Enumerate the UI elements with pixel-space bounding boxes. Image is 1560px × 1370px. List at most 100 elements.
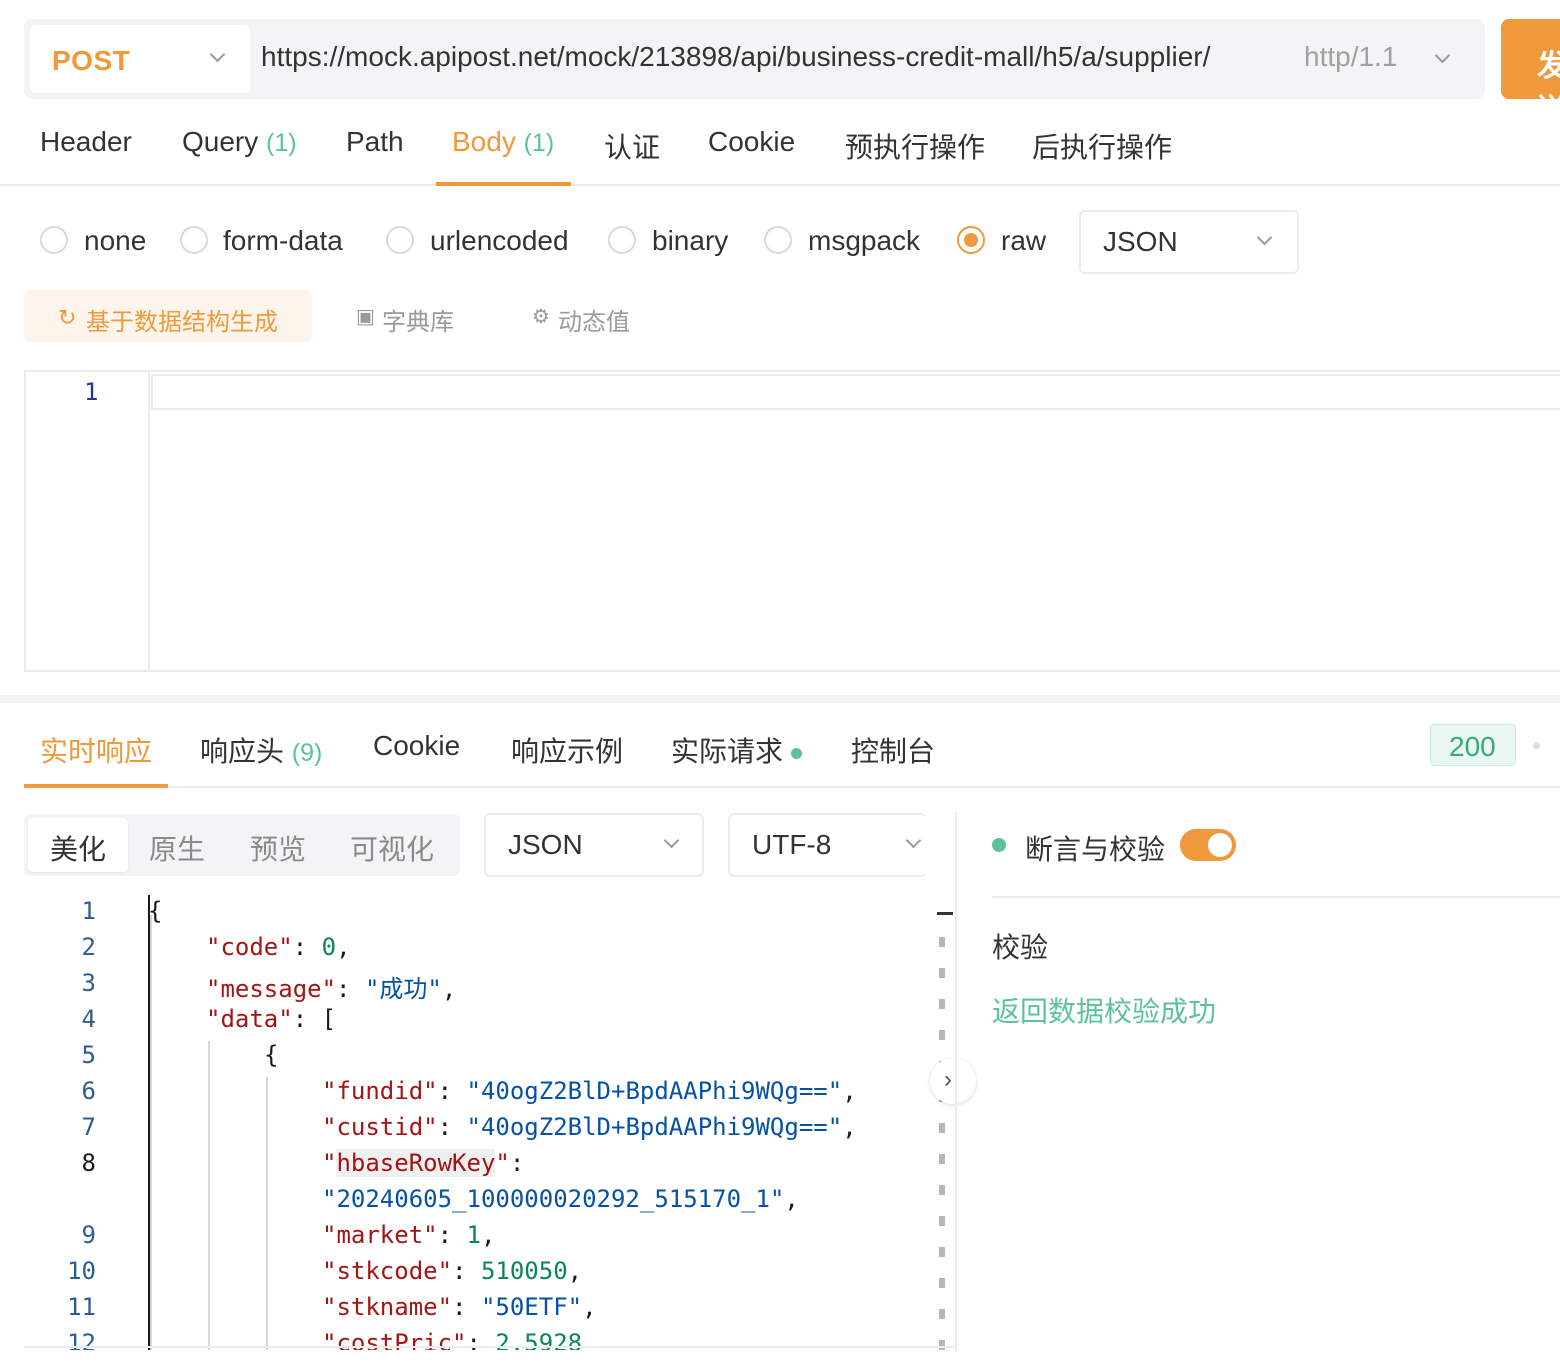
status-badge: 200 [1430, 724, 1516, 766]
code-line: "custid": "40ogZ2BlD+BpdAAPhi9WQg==", [322, 1113, 857, 1141]
radio-msgpack[interactable] [764, 226, 792, 254]
tab-query[interactable]: Query (1) [182, 126, 297, 158]
generate-from-schema-button[interactable]: ↻ 基于数据结构生成 [24, 290, 312, 342]
scrollbar-marker [939, 1123, 945, 1133]
radio-label-form-data: form-data [223, 225, 343, 256]
dictionary-icon: ▣ [356, 306, 375, 328]
status-dot [791, 748, 803, 760]
response-code-viewer[interactable]: 1 {2 "code": 0, 3 "message": "成功", 4 "data": [… [24, 895, 939, 1350]
code-line: "market": 1, [322, 1221, 496, 1249]
tabs-divider [24, 786, 1560, 788]
mode-beautify[interactable]: 美化 [50, 828, 106, 868]
code-line: "message": "成功", [206, 975, 457, 1003]
panel-divider[interactable] [0, 695, 1560, 703]
verify-result: 返回数据校验成功 [992, 996, 1217, 1027]
line-number: 11 [67, 1293, 96, 1321]
line-number: 5 [81, 1041, 96, 1069]
scrollbar-marker [939, 999, 945, 1009]
chevron-down-icon [209, 46, 226, 63]
indent-guide [266, 1077, 268, 1350]
mode-preview[interactable]: 预览 [250, 828, 306, 868]
encoding-select[interactable]: UTF-8 [728, 813, 926, 877]
tab-auth[interactable]: 认证 [604, 126, 660, 166]
scrollbar[interactable] [937, 905, 953, 1350]
separator-dot [1533, 742, 1540, 749]
gutter-separator [148, 895, 150, 1350]
tab-actual-request[interactable]: 实际请求 [671, 730, 803, 770]
code-line: "20240605_100000020292_515170_1", [322, 1185, 799, 1213]
url-bar: POST https://mock.apipost.net/mock/21389… [24, 19, 1485, 99]
mode-raw[interactable]: 原生 [149, 828, 205, 868]
request-tabs: Header Query (1) Path Body (1) 认证 Cookie… [0, 110, 1560, 186]
line-number: 1 [81, 897, 96, 925]
request-body-editor[interactable]: 1 [24, 370, 1560, 672]
tab-post-script[interactable]: 后执行操作 [1032, 126, 1172, 166]
bottom-border [24, 1346, 954, 1348]
radio-none[interactable] [40, 226, 68, 254]
scrollbar-marker [939, 1247, 945, 1257]
radio-binary[interactable] [608, 226, 636, 254]
tab-realtime-response[interactable]: 实时响应 [40, 730, 152, 770]
scrollbar-marker [939, 1030, 945, 1040]
tab-response-cookie[interactable]: Cookie [373, 730, 460, 762]
collapse-panel-button[interactable]: › [930, 1058, 976, 1104]
encoding-value: UTF-8 [752, 829, 832, 860]
gear-icon: ⚙ [532, 306, 550, 328]
url-input[interactable]: https://mock.apipost.net/mock/213898/api… [261, 41, 1266, 73]
mode-visualize[interactable]: 可视化 [350, 828, 434, 868]
scrollbar-marker [939, 968, 945, 978]
chevron-down-icon [663, 832, 680, 849]
tab-cookie[interactable]: Cookie [708, 126, 795, 158]
radio-label-raw: raw [1001, 225, 1047, 256]
radio-label-none: none [84, 225, 147, 256]
code-line: "stkname": "50ETF", [322, 1293, 597, 1321]
send-button[interactable]: 发送 [1501, 19, 1560, 127]
protocol-select[interactable]: http/1.1 [1304, 41, 1397, 73]
line-number: 3 [81, 969, 96, 997]
scrollbar-marker [939, 1216, 945, 1226]
active-tab-indicator [436, 182, 571, 186]
body-format-select[interactable]: JSON [1079, 210, 1299, 274]
generate-label: 基于数据结构生成 [86, 309, 278, 336]
response-format-select[interactable]: JSON [484, 813, 704, 877]
radio-raw[interactable] [957, 226, 985, 254]
scrollbar-marker [939, 1309, 945, 1319]
tab-console[interactable]: 控制台 [851, 730, 935, 770]
scrollbar-marker [939, 1278, 945, 1288]
assertion-divider [992, 896, 1560, 898]
dynamic-value-button[interactable]: 动态值 [558, 302, 630, 337]
dictionary-button[interactable]: 字典库 [382, 302, 454, 337]
code-line: "hbaseRowKey": [322, 1149, 525, 1177]
response-tabs: 实时响应 响应头 (9) Cookie 响应示例 实际请求 控制台 [0, 718, 1560, 790]
method-select[interactable]: POST [30, 25, 250, 93]
indent-guide [208, 1041, 210, 1350]
chevron-right-icon: › [944, 1066, 952, 1093]
radio-urlencoded[interactable] [386, 226, 414, 254]
scrollbar-marker [939, 937, 945, 947]
chevron-down-icon [1256, 229, 1273, 246]
body-format-value: JSON [1103, 226, 1178, 257]
method-label: POST [52, 45, 131, 76]
line-number: 7 [81, 1113, 96, 1141]
scrollbar-marker [939, 1340, 945, 1350]
line-number: 2 [81, 933, 96, 961]
code-line: "fundid": "40ogZ2BlD+BpdAAPhi9WQg==", [322, 1077, 857, 1105]
tab-path[interactable]: Path [346, 126, 404, 158]
tab-pre-script[interactable]: 预执行操作 [845, 126, 985, 166]
assertion-status-dot [992, 838, 1006, 852]
line-number: 1 [84, 378, 99, 406]
tab-response-example[interactable]: 响应示例 [511, 730, 623, 770]
radio-label-msgpack: msgpack [808, 225, 921, 256]
tab-body[interactable]: Body (1) [452, 126, 554, 158]
scrollbar-thumb [937, 912, 953, 915]
pane-divider [955, 812, 957, 1352]
tab-header[interactable]: Header [40, 126, 132, 158]
line-number: 10 [67, 1257, 96, 1285]
assertion-toggle[interactable] [1180, 829, 1236, 861]
tab-response-headers[interactable]: 响应头 (9) [200, 730, 322, 770]
radio-form-data[interactable] [180, 226, 208, 254]
refresh-icon: ↻ [58, 305, 77, 330]
line-number: 9 [81, 1221, 96, 1249]
chevron-down-icon [1434, 47, 1451, 64]
editor-gutter: 1 [26, 372, 150, 670]
